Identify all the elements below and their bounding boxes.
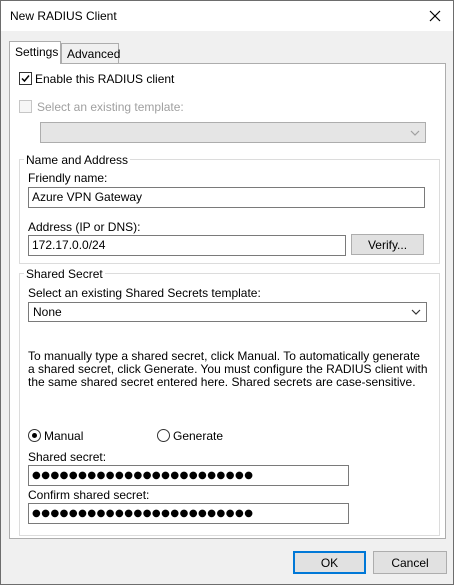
tab-settings[interactable]: Settings [9,41,61,64]
close-icon [429,10,441,22]
secret-template-dropdown[interactable]: None [28,302,427,322]
ok-button[interactable]: OK [293,551,366,574]
generate-radio-label: Generate [173,429,224,443]
existing-template-label: Select an existing template: [37,100,184,114]
existing-template-checkbox[interactable] [19,100,32,113]
chevron-down-icon [411,309,421,315]
radio-selected-dot [32,433,37,438]
title-bar[interactable]: New RADIUS Client [1,1,453,31]
generate-radio[interactable] [157,429,170,442]
existing-template-dropdown[interactable] [40,122,426,143]
secret-template-value: None [33,305,62,319]
verify-button[interactable]: Verify... [351,234,424,255]
manual-radio[interactable] [28,429,41,442]
friendly-name-input[interactable]: Azure VPN Gateway [28,187,425,208]
confirm-secret-label: Confirm shared secret: [28,488,150,502]
confirm-secret-input[interactable]: ●●●●●●●●●●●●●●●●●●●●●●●● [28,503,349,524]
address-label: Address (IP or DNS): [28,220,141,234]
address-input[interactable]: 172.17.0.0/24 [28,235,346,256]
cancel-button[interactable]: Cancel [373,551,447,574]
chevron-down-icon [410,130,420,136]
enable-client-checkbox[interactable] [19,72,32,85]
shared-secret-group-title: Shared Secret [24,267,105,281]
shared-secret-input[interactable]: ●●●●●●●●●●●●●●●●●●●●●●●● [28,465,349,486]
tab-advanced[interactable]: Advanced [61,43,120,63]
secret-template-label: Select an existing Shared Secrets templa… [28,286,261,300]
manual-radio-label: Manual [44,429,84,443]
window-title: New RADIUS Client [10,9,117,23]
checkmark-icon [21,75,30,83]
new-radius-client-dialog: New RADIUS Client Settings Advanced Enab… [0,0,454,585]
settings-tab-panel: Enable this RADIUS client Select an exis… [9,63,446,539]
enable-client-label: Enable this RADIUS client [35,72,175,86]
friendly-name-label: Friendly name: [28,171,108,185]
shared-secret-label: Shared secret: [28,450,107,464]
close-button[interactable] [417,1,453,31]
shared-secret-description: To manually type a shared secret, click … [28,349,428,389]
name-address-group-title: Name and Address [24,153,131,167]
